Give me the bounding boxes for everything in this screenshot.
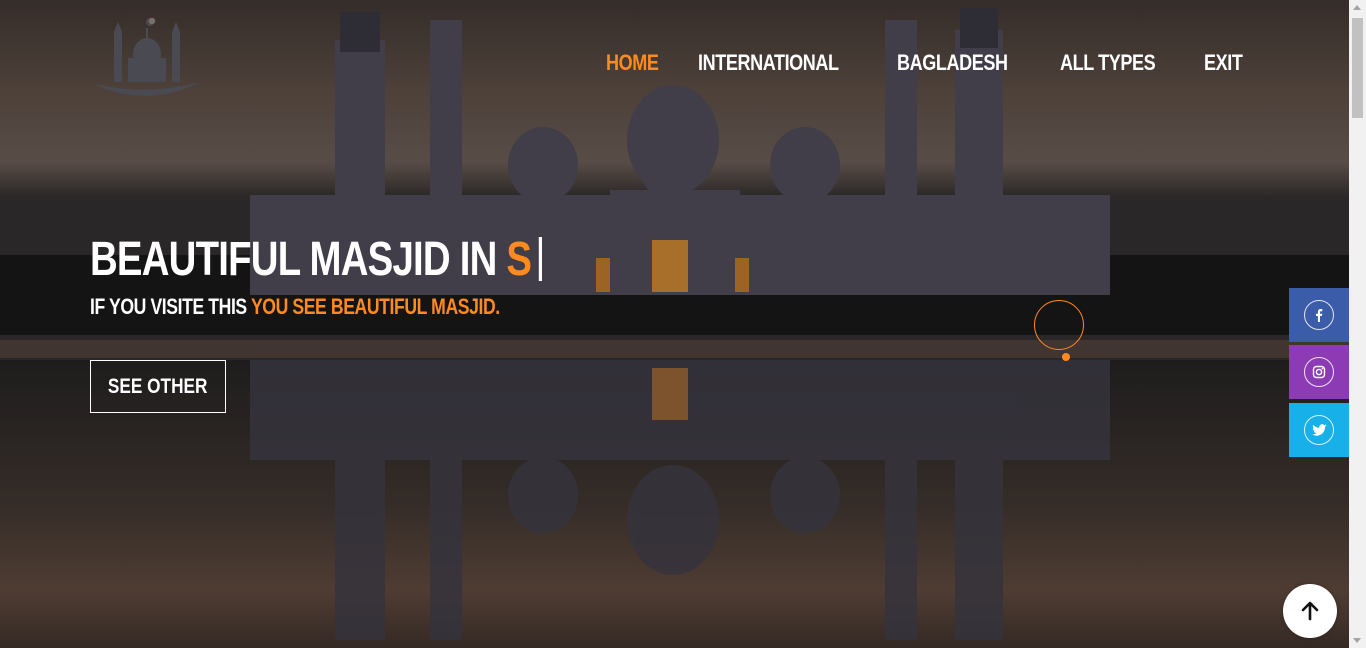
headline-text: BEAUTIFUL MASJID IN [90,233,507,286]
arrow-up-icon [1301,601,1319,621]
nav-international[interactable]: INTERNATIONAL [698,50,839,76]
see-other-label: SEE OTHER [108,374,208,398]
orange-dot-decoration [1062,353,1070,361]
nav-home[interactable]: HOME [606,50,659,76]
subheadline-text: IF YOU VISITE THIS [90,294,251,319]
main-navigation: HOME INTERNATIONAL BAGLADESH ALL TYPES E… [606,50,1251,76]
facebook-icon [1304,300,1334,330]
mosque-background-image [0,0,1349,648]
nav-bagladesh[interactable]: BAGLADESH [897,50,1008,76]
scroll-up-arrow-icon[interactable] [1353,5,1361,10]
twitter-button[interactable] [1289,403,1349,457]
scroll-down-arrow-icon[interactable] [1353,638,1361,643]
hero-subheadline: IF YOU VISITE THIS YOU SEE BEAUTIFUL MAS… [90,294,500,320]
instagram-button[interactable] [1289,345,1349,399]
see-other-button[interactable]: SEE OTHER [90,360,226,413]
back-to-top-button[interactable] [1283,584,1337,638]
hero-section: HOME INTERNATIONAL BAGLADESH ALL TYPES E… [0,0,1349,648]
orange-ring-decoration [1034,300,1084,350]
mosque-logo[interactable] [92,14,202,98]
nav-all-types[interactable]: ALL TYPES [1060,50,1156,76]
page-scrollbar[interactable] [1349,0,1366,648]
instagram-icon [1304,357,1334,387]
hero-headline: BEAUTIFUL MASJID IN S [90,232,543,287]
subheadline-accent-text: YOU SEE BEAUTIFUL MASJID. [250,294,500,319]
facebook-button[interactable] [1289,288,1349,342]
typing-caret [539,237,543,281]
headline-typed-text: S [506,233,532,286]
scrollbar-thumb[interactable] [1352,18,1363,118]
nav-exit[interactable]: EXIT [1204,50,1243,76]
twitter-icon [1304,415,1334,445]
